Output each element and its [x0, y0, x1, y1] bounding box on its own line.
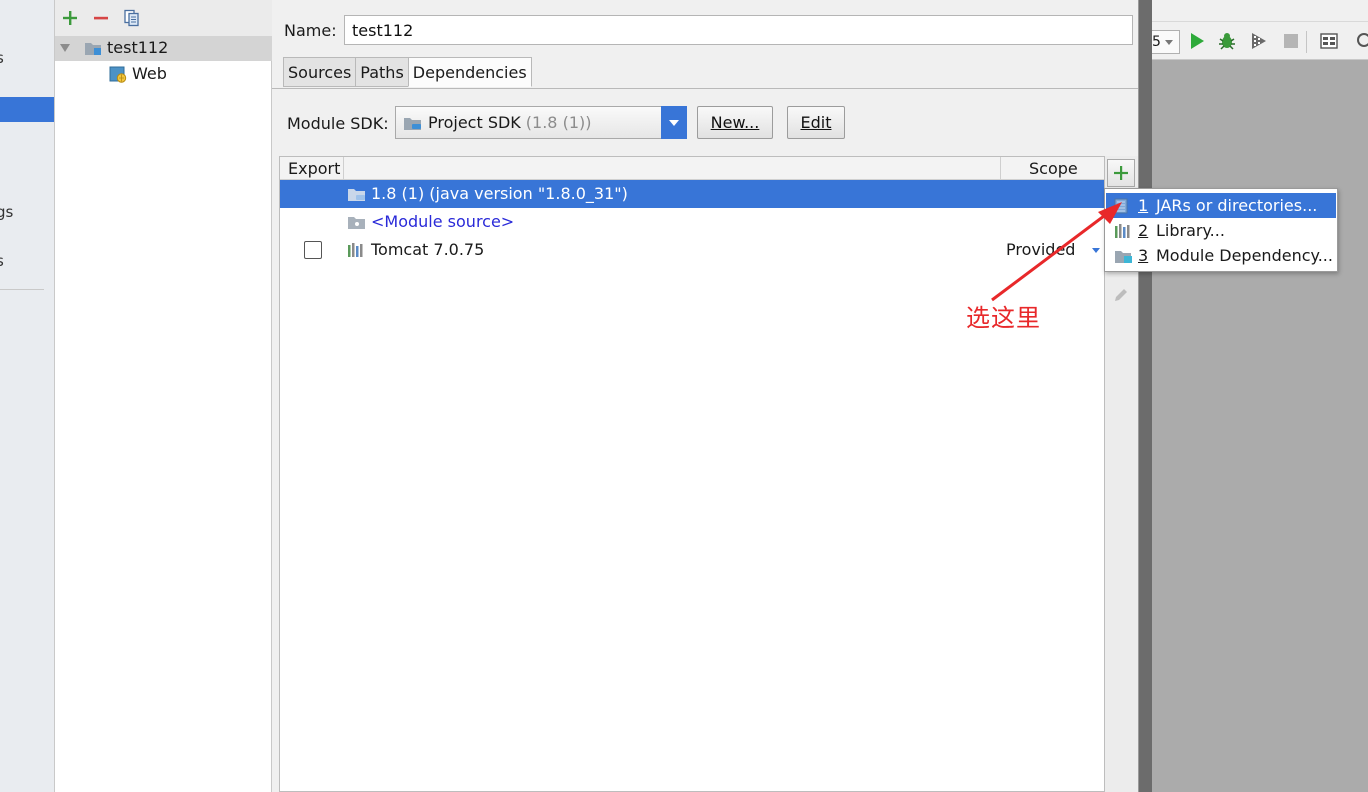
copy-module-button[interactable] — [121, 7, 143, 29]
search-button[interactable] — [1354, 31, 1368, 51]
pencil-icon[interactable] — [1113, 287, 1129, 303]
settings-nav: s gs s — [0, 0, 55, 792]
tree-toolbar — [55, 0, 272, 36]
dependency-name: Tomcat 7.0.75 — [371, 240, 485, 259]
table-row-sdk[interactable]: 1.8 (1) (java version "1.8.0_31") — [280, 180, 1104, 208]
new-sdk-button[interactable]: New... — [697, 106, 773, 139]
menu-item-module-dependency[interactable]: 3 Module Dependency... — [1106, 243, 1336, 268]
library-icon — [1115, 224, 1130, 238]
jar-icon — [1114, 198, 1128, 214]
dialog-border — [1138, 0, 1152, 792]
menu-item-label: Library... — [1156, 221, 1225, 240]
table-row-tomcat[interactable]: Tomcat 7.0.75 Provided — [280, 236, 1104, 264]
sdk-folder-icon — [404, 117, 421, 130]
sdk-version: (1.8 (1)) — [525, 113, 592, 132]
coverage-icon — [1252, 33, 1266, 49]
column-header-scope[interactable]: Scope — [1029, 157, 1078, 180]
menu-item-label: Module Dependency... — [1156, 246, 1333, 265]
jdk-folder-icon — [348, 189, 365, 201]
run-config-fragment: 5 — [1152, 34, 1161, 50]
library-icon — [348, 243, 363, 257]
dependency-name: <Module source> — [371, 212, 515, 231]
run-config-select[interactable]: 5 — [1152, 30, 1180, 54]
tree-item-module[interactable]: test112 — [55, 36, 272, 61]
dependency-name: 1.8 (1) (java version "1.8.0_31") — [371, 184, 628, 203]
column-separator — [343, 157, 344, 180]
minus-icon — [94, 16, 108, 20]
remove-module-button[interactable] — [90, 7, 112, 29]
expand-arrow-icon — [60, 44, 70, 52]
tab-sources[interactable]: Sources — [283, 57, 356, 87]
module-tree-panel: test112 Web — [55, 0, 272, 792]
nav-item-fragment[interactable]: s — [0, 49, 4, 67]
module-details-panel: Name: Sources Paths Dependencies Module … — [272, 0, 1145, 792]
play-icon — [1191, 33, 1204, 49]
toolbar-divider — [1306, 31, 1307, 53]
source-folder-icon — [348, 217, 365, 229]
annotation-text: 选这里 — [966, 304, 1041, 332]
module-folder-icon — [1115, 251, 1132, 263]
tree-item-label: Web — [132, 64, 167, 83]
menu-item-jars[interactable]: 1 JARs or directories... — [1106, 193, 1336, 218]
nav-divider — [0, 289, 44, 290]
chevron-down-icon[interactable] — [1092, 248, 1100, 253]
tree-item-label: test112 — [107, 38, 169, 57]
copy-icon — [124, 9, 139, 27]
add-module-button[interactable] — [59, 7, 81, 29]
sdk-selected-value: Project SDK — [428, 113, 521, 132]
export-checkbox[interactable] — [304, 241, 322, 259]
menu-item-label: JARs or directories... — [1156, 196, 1318, 215]
plus-icon — [63, 11, 77, 25]
chevron-down-icon[interactable] — [661, 106, 687, 139]
dependencies-table: Export Scope 1.8 (1) (java version "1.8.… — [279, 156, 1105, 792]
nav-item-fragment[interactable]: s — [0, 252, 4, 270]
run-button[interactable] — [1187, 31, 1207, 51]
scope-value[interactable]: Provided — [1006, 240, 1075, 259]
module-sdk-select[interactable]: Project SDK (1.8 (1)) — [395, 106, 687, 139]
add-dependency-button[interactable] — [1107, 159, 1135, 187]
coverage-button[interactable] — [1249, 31, 1269, 51]
module-sdk-label: Module SDK: — [287, 114, 389, 133]
menu-item-number: 3 — [1138, 246, 1149, 265]
debug-button[interactable] — [1217, 31, 1237, 51]
edit-sdk-button[interactable]: Edit — [787, 106, 845, 139]
plus-icon — [1114, 166, 1128, 180]
stop-button[interactable] — [1281, 31, 1301, 51]
ide-title-strip — [1152, 0, 1368, 22]
module-folder-icon — [85, 43, 101, 55]
nav-item-fragment[interactable]: gs — [0, 203, 13, 221]
add-dependency-menu: 1 JARs or directories... 2 Library... 3 … — [1104, 188, 1338, 272]
module-tabs: Sources Paths Dependencies — [283, 57, 532, 87]
menu-item-number: 1 — [1138, 196, 1149, 215]
menu-item-library[interactable]: 2 Library... — [1106, 218, 1336, 243]
module-name-input[interactable] — [344, 15, 1133, 45]
menu-item-number: 2 — [1138, 221, 1149, 240]
search-icon — [1357, 33, 1368, 47]
project-structure-icon — [1320, 33, 1338, 49]
tree-item-web-facet[interactable]: Web — [55, 62, 272, 87]
ide-toolbar: 5 — [1152, 0, 1368, 60]
tab-dependencies[interactable]: Dependencies — [407, 57, 532, 87]
web-facet-icon — [109, 66, 127, 83]
tabs-divider — [272, 88, 1140, 89]
chevron-down-icon — [1164, 39, 1173, 45]
nav-item-selected[interactable] — [0, 97, 54, 122]
stop-icon — [1284, 34, 1298, 48]
column-separator — [1000, 157, 1001, 180]
ide-editor-area — [1152, 60, 1368, 792]
column-header-export[interactable]: Export — [288, 157, 340, 180]
name-label: Name: — [284, 21, 337, 40]
table-row-module-source[interactable]: <Module source> — [280, 208, 1104, 236]
table-header: Export Scope — [280, 157, 1104, 180]
bug-icon — [1219, 33, 1235, 50]
tab-paths[interactable]: Paths — [355, 57, 408, 87]
project-structure-button[interactable] — [1319, 31, 1339, 51]
